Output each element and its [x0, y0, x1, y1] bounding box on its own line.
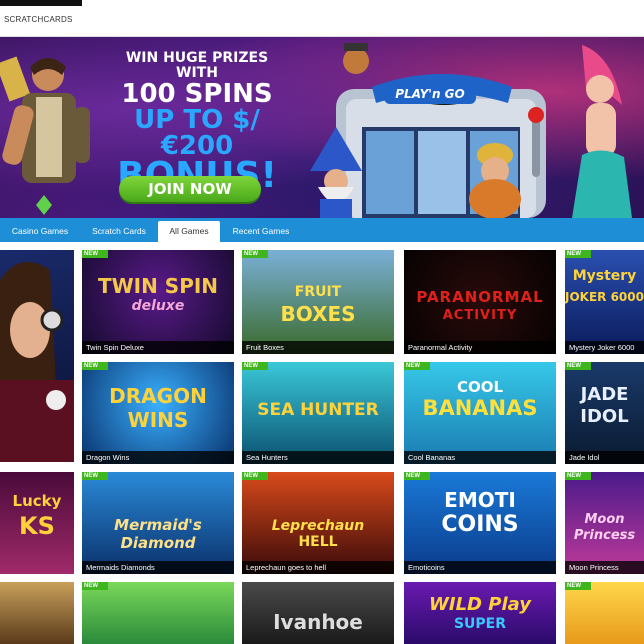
game-logo-sub: Princess: [573, 528, 636, 543]
game-title: Moon Princess: [565, 561, 644, 574]
game-title: Leprechaun goes to hell: [242, 561, 394, 574]
game-logo: Leprechaun: [271, 518, 365, 534]
game-tile-ivanhoe[interactable]: Ivanhoe: [242, 582, 394, 644]
new-badge: NEW: [82, 582, 108, 590]
game-logo: Mystery: [572, 268, 637, 284]
game-category-tabs: Casino Games Scratch Cards All Games Rec…: [0, 218, 644, 242]
join-now-button[interactable]: JOIN NOW: [119, 176, 261, 202]
new-badge: NEW: [242, 250, 268, 258]
game-tile-partial-2[interactable]: NEW: [82, 582, 234, 644]
game-logo: PARANORMAL: [416, 288, 544, 306]
game-title: Cool Bananas: [404, 451, 556, 464]
game-logo: COOL: [456, 378, 504, 396]
top-bar: SCRATCHCARDS: [0, 6, 644, 37]
game-tile-twin-spin-deluxe[interactable]: TWIN SPIN deluxe NEW Twin Spin Deluxe: [82, 250, 234, 354]
game-tile-cool-bananas[interactable]: COOL BANANAS NEW Cool Bananas: [404, 362, 556, 464]
game-tile-sea-hunters[interactable]: SEA HUNTER NEW Sea Hunters: [242, 362, 394, 464]
game-logo-sub: HELL: [298, 534, 338, 550]
game-tile-paranormal-activity[interactable]: PARANORMAL ACTIVITY Paranormal Activity: [404, 250, 556, 354]
new-badge: NEW: [242, 362, 268, 370]
game-tile-fruit-boxes[interactable]: FRUIT BOXES NEW Fruit Boxes: [242, 250, 394, 354]
new-badge: NEW: [404, 472, 430, 480]
new-badge: NEW: [82, 472, 108, 480]
new-badge: NEW: [82, 250, 108, 258]
game-logo-sub: SUPER: [453, 616, 507, 632]
game-tile-partial-5[interactable]: NEW: [565, 582, 644, 644]
game-logo: JADE: [580, 384, 629, 405]
dog-icon: [343, 43, 369, 74]
game-logo: TWIN SPIN: [97, 274, 219, 298]
game-title: Mystery Joker 6000: [565, 341, 644, 354]
game-logo: SEA HUNTER: [257, 400, 379, 420]
wizard-illustration: [310, 127, 362, 218]
game-tile-wild-play-super[interactable]: WILD Play SUPER: [404, 582, 556, 644]
tab-scratch-cards[interactable]: Scratch Cards: [80, 221, 158, 242]
game-logo: WILD Play: [429, 594, 531, 615]
game-logo: Mermaid's: [114, 516, 202, 534]
dealer-illustration: [0, 262, 74, 462]
live-casino-promo-tile[interactable]: [0, 250, 74, 462]
game-logo-sub: ACTIVITY: [442, 308, 518, 323]
game-logo: FRUIT: [294, 284, 342, 300]
game-tile-mermaids-diamonds[interactable]: Mermaid's Diamond NEW Mermaids Diamonds: [82, 472, 234, 574]
game-logo-sub: BANANAS: [422, 396, 538, 420]
game-title: Fruit Boxes: [242, 341, 394, 354]
brand-logo: PLAY'n GO: [384, 84, 476, 104]
banner-line-2: 100 SPINS: [121, 79, 273, 109]
banner-headline: WIN HUGE PRIZES WITH 100 SPINS UP TO $/€…: [117, 50, 277, 194]
new-badge: NEW: [404, 362, 430, 370]
game-logo: Moon: [584, 512, 625, 527]
game-logo-sub: Diamond: [120, 534, 196, 552]
game-logo-sub: COINS: [441, 512, 519, 537]
game-title: Mermaids Diamonds: [82, 561, 234, 574]
game-logo-sub: deluxe: [131, 298, 185, 314]
game-logo-sub: JOKER 6000: [565, 290, 644, 304]
new-badge: NEW: [565, 472, 591, 480]
game-title: Dragon Wins: [82, 451, 234, 464]
new-badge: NEW: [565, 362, 591, 370]
game-title: Sea Hunters: [242, 451, 394, 464]
new-badge: NEW: [565, 250, 591, 258]
promo-banner[interactable]: WIN HUGE PRIZES WITH 100 SPINS UP TO $/€…: [0, 37, 644, 218]
game-title: Emoticoins: [404, 561, 556, 574]
adventurer-illustration: [0, 56, 90, 215]
game-logo: DRAGON: [109, 384, 207, 408]
game-logo: Ivanhoe: [273, 610, 363, 634]
breadcrumb[interactable]: SCRATCHCARDS: [4, 15, 72, 24]
game-tile-lucky[interactable]: Lucky KS: [0, 472, 74, 574]
game-logo: Lucky: [12, 492, 62, 510]
game-tile-mystery-joker[interactable]: Mystery JOKER 6000 NEW Mystery Joker 600…: [565, 250, 644, 354]
game-tile-leprechaun-goes-to-hell[interactable]: Leprechaun HELL NEW Leprechaun goes to h…: [242, 472, 394, 574]
banner-line-1: WIN HUGE PRIZES WITH: [125, 50, 269, 81]
tab-all-games[interactable]: All Games: [158, 221, 220, 242]
new-badge: NEW: [565, 582, 591, 590]
tab-recent-games[interactable]: Recent Games: [220, 221, 302, 242]
new-badge: NEW: [82, 362, 108, 370]
game-tile-jade-idol[interactable]: JADE IDOL NEW Jade Idol: [565, 362, 644, 464]
game-tile-moon-princess[interactable]: Moon Princess NEW Moon Princess: [565, 472, 644, 574]
banner-line-3: UP TO $/€200: [134, 105, 260, 161]
miner-illustration: [469, 143, 521, 218]
game-logo: EMOTI: [444, 488, 516, 512]
mermaid-illustration: [572, 45, 632, 218]
game-logo-sub: KS: [19, 512, 55, 540]
game-title: Twin Spin Deluxe: [82, 341, 234, 354]
game-logo-sub: BOXES: [280, 302, 356, 326]
game-title: Jade Idol: [565, 451, 644, 464]
new-badge: NEW: [242, 472, 268, 480]
game-tile-dragon-wins[interactable]: DRAGON WINS NEW Dragon Wins: [82, 362, 234, 464]
games-grid: TWIN SPIN deluxe NEW Twin Spin Deluxe FR…: [0, 250, 644, 644]
game-title: Paranormal Activity: [404, 341, 556, 354]
game-tile-emoticoins[interactable]: EMOTI COINS NEW Emoticoins: [404, 472, 556, 574]
game-logo-sub: WINS: [127, 408, 189, 432]
tab-casino-games[interactable]: Casino Games: [0, 221, 80, 242]
game-tile-partial-1[interactable]: [0, 582, 74, 644]
game-logo-sub: IDOL: [580, 406, 629, 427]
